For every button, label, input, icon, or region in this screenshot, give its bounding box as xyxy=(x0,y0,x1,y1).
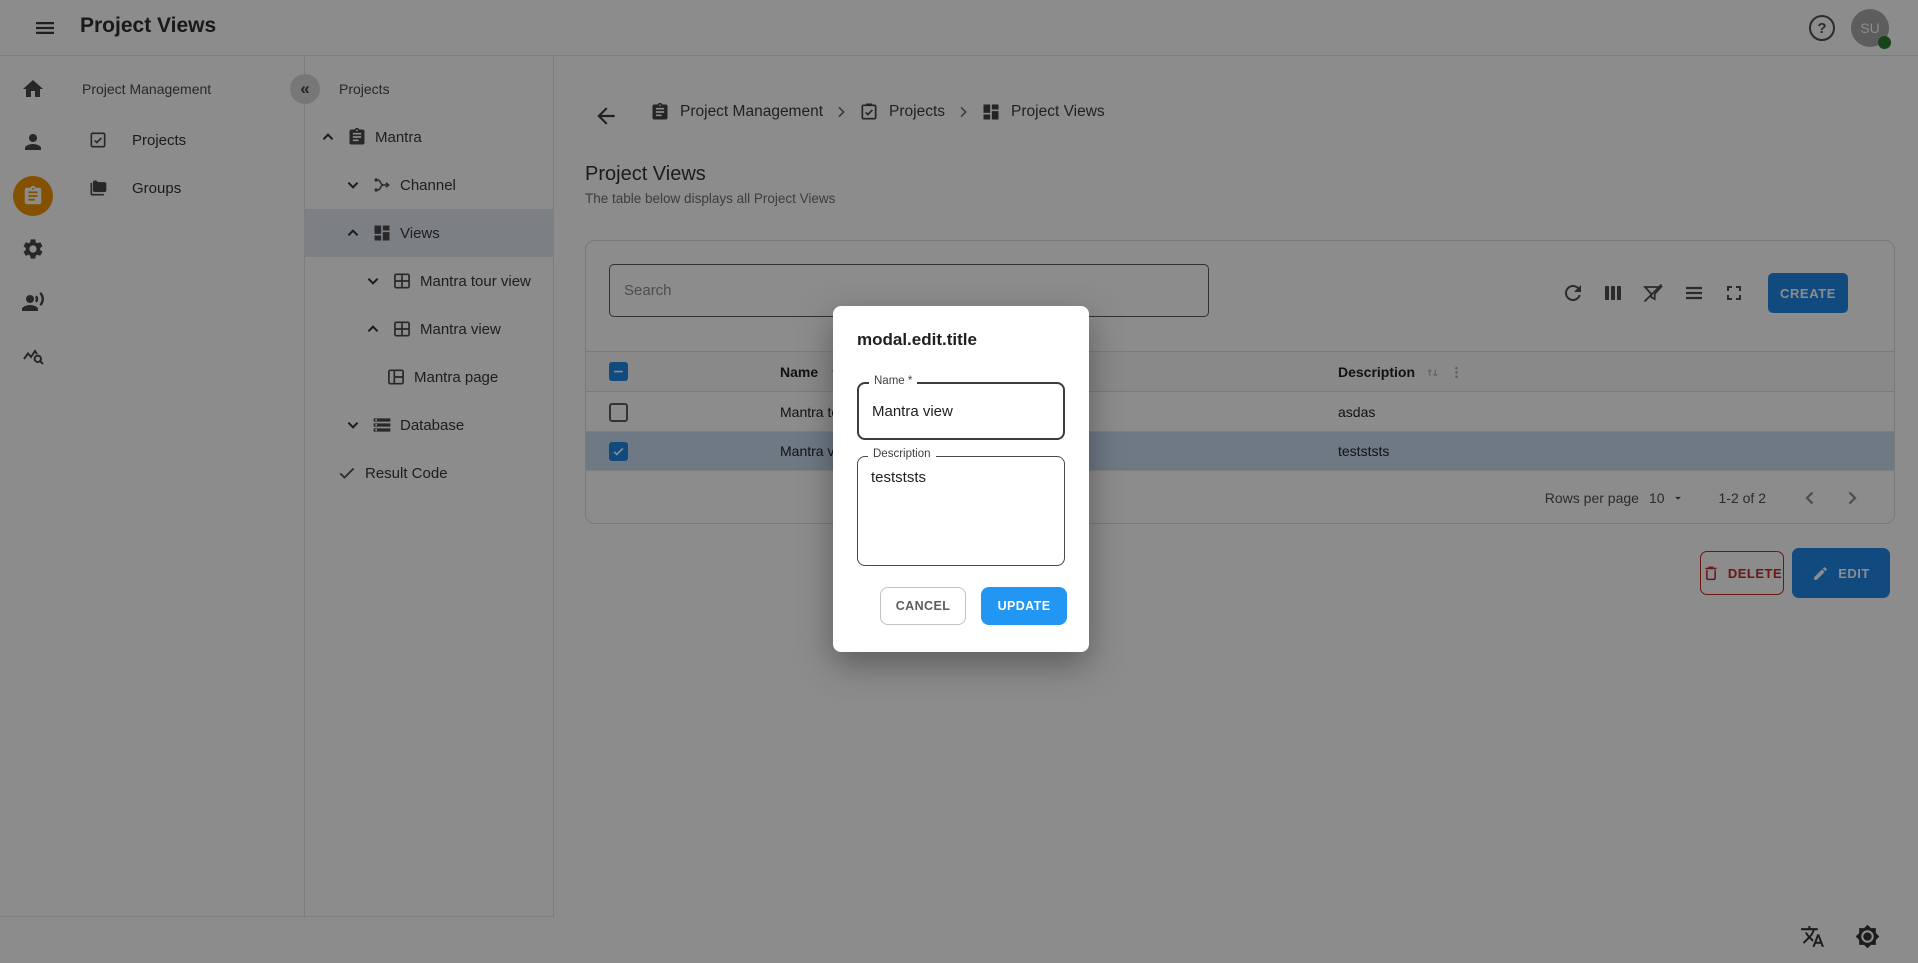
modal-actions: CANCEL UPDATE xyxy=(880,587,1067,625)
description-field-label: Description xyxy=(868,448,936,460)
name-field: Name * xyxy=(857,382,1065,440)
cancel-button[interactable]: CANCEL xyxy=(880,587,966,625)
app-screen: Project Views ? SU Project Management xyxy=(0,0,1918,963)
name-field-label: Name * xyxy=(869,375,917,387)
edit-modal: modal.edit.title Name * Description test… xyxy=(833,306,1089,652)
description-input[interactable]: testststs xyxy=(858,457,1064,565)
description-field: Description testststs xyxy=(857,456,1065,566)
modal-title: modal.edit.title xyxy=(857,330,977,350)
name-input[interactable] xyxy=(859,384,1063,438)
update-button[interactable]: UPDATE xyxy=(981,587,1067,625)
